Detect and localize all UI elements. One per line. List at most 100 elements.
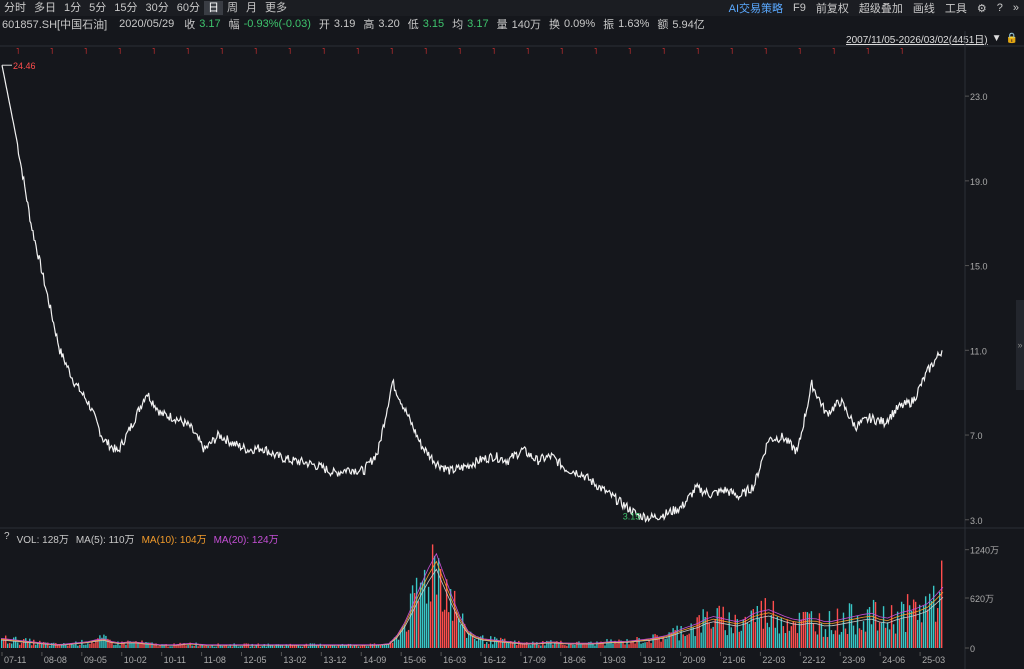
avg-value: 3.17 — [467, 17, 489, 30]
x-tick-label-16: 19-12 — [643, 655, 666, 665]
amount-value: 5.94亿 — [672, 18, 705, 31]
x-tick-label-10: 15-06 — [403, 655, 426, 665]
volume-bar — [451, 620, 454, 648]
volume-bar — [77, 645, 79, 648]
volume-bar — [463, 623, 466, 648]
event-marker-9: ˥ — [322, 47, 325, 56]
x-tick-label-20: 22-12 — [802, 655, 825, 665]
volume-bar — [1, 639, 3, 648]
help-icon[interactable]: ? — [992, 2, 1008, 14]
date-range[interactable]: 2007/11/05-2026/03/02(4451日) — [846, 31, 988, 46]
period-tab-6[interactable]: 60分 — [173, 1, 204, 15]
volume-bar — [409, 593, 412, 648]
x-tick-label-1: 08-08 — [44, 655, 67, 665]
volume-bar — [419, 582, 422, 648]
volume-bar — [175, 644, 177, 648]
volume-bar — [830, 630, 833, 648]
period-tabs: 分时 多日 1分 5分 15分 30分 60分日周月更多 — [0, 1, 291, 15]
volume-bar — [47, 642, 49, 648]
period-tab-3[interactable]: 5分 — [85, 1, 110, 15]
volume-bar — [343, 645, 346, 648]
amount-label: 额 — [657, 18, 669, 31]
x-tick-label-18: 21-06 — [723, 655, 746, 665]
volume-bar — [650, 643, 652, 648]
double-chevron-right-icon[interactable]: » — [1008, 2, 1024, 14]
change-value: -0.93%(-0.03) — [243, 17, 311, 30]
volume-bar — [866, 609, 869, 648]
period-tab-10[interactable]: 更多 — [261, 1, 291, 15]
x-tick-label-17: 20-09 — [683, 655, 706, 665]
volume-bar — [177, 644, 179, 648]
overlay-button[interactable]: 超级叠加 — [854, 0, 908, 16]
period-tab-2[interactable]: 1分 — [60, 1, 85, 15]
volume-bar — [435, 594, 438, 648]
volume-bar — [526, 642, 528, 648]
volume-bar — [714, 618, 716, 648]
event-marker-14: ˥ — [492, 47, 495, 56]
y-tick-label-4: 19.0 — [970, 177, 988, 187]
volume-bar — [281, 645, 283, 648]
volume-bar — [792, 621, 795, 648]
volume-bar — [662, 636, 664, 648]
volume-bar — [906, 594, 909, 648]
event-marker-23: ˥ — [798, 47, 801, 56]
volume-bar — [524, 642, 526, 648]
volume-bar — [668, 632, 670, 648]
period-tab-0[interactable]: 分时 — [0, 1, 30, 15]
volume-bar — [277, 644, 279, 648]
volume-bar — [61, 644, 63, 648]
volume-bar — [201, 644, 203, 648]
volume-bar — [754, 622, 756, 648]
volume-bar — [912, 599, 915, 648]
volume-bar — [834, 630, 837, 648]
volume-bar — [872, 599, 875, 648]
event-marker-19: ˥ — [662, 47, 665, 56]
volume-bar — [844, 628, 847, 648]
volume-bar — [682, 634, 684, 648]
volume-bar — [874, 602, 877, 648]
x-tick-label-14: 18-06 — [563, 655, 586, 665]
period-tab-7[interactable]: 日 — [204, 1, 223, 15]
period-tab-9[interactable]: 月 — [242, 1, 261, 15]
event-marker-20: ˥ — [696, 47, 699, 56]
event-marker-11: ˥ — [390, 47, 393, 56]
volume-bar — [932, 585, 935, 648]
volume-bar — [910, 610, 913, 648]
volume-bar — [237, 646, 239, 648]
volume-bar — [87, 643, 89, 648]
volume-bar — [762, 628, 765, 648]
x-tick-label-3: 10-02 — [124, 655, 147, 665]
f9-button[interactable]: F9 — [788, 2, 811, 14]
event-marker-16: ˥ — [560, 47, 563, 56]
volume-bar — [748, 623, 750, 648]
volume-bar — [618, 639, 620, 648]
caret-down-icon[interactable]: ▼ — [992, 33, 1002, 44]
quote-info-bar: 601857.SH[中国石油] 2020/05/29 收 3.17 幅 -0.9… — [0, 16, 1024, 31]
x-tick-label-6: 12-05 — [244, 655, 267, 665]
gear-icon[interactable]: ⚙ — [972, 2, 992, 15]
volume-bar — [137, 642, 139, 648]
volume-bar — [371, 644, 374, 648]
help-icon[interactable]: ? — [4, 531, 10, 546]
volume-bar — [21, 642, 23, 648]
volume-bar — [213, 646, 215, 648]
volume-bar — [421, 581, 424, 648]
draw-line-button[interactable]: 画线 — [908, 0, 940, 16]
period-tab-8[interactable]: 周 — [223, 1, 242, 15]
period-tab-4[interactable]: 15分 — [110, 1, 141, 15]
volume-bar — [826, 637, 829, 648]
ai-strategy-button[interactable]: AI交易策略 — [724, 0, 788, 16]
open-value: 3.19 — [333, 17, 356, 30]
side-panel-toggle[interactable]: » — [1016, 300, 1024, 390]
adjust-button[interactable]: 前复权 — [811, 0, 854, 16]
period-tab-1[interactable]: 多日 — [30, 1, 60, 15]
volume-bar — [518, 640, 520, 648]
volume-bar — [572, 644, 574, 648]
period-tab-5[interactable]: 30分 — [142, 1, 173, 15]
tools-button[interactable]: 工具 — [940, 0, 972, 16]
volume-bar — [189, 642, 191, 648]
volume-bar — [461, 613, 464, 648]
volume-bar — [25, 638, 27, 648]
volume-bar — [630, 642, 632, 648]
lock-icon[interactable]: 🔒 — [1006, 33, 1018, 44]
